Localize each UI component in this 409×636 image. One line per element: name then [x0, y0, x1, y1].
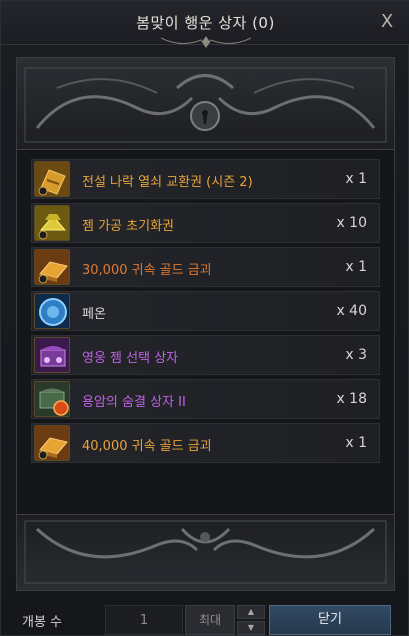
window-title: 봄맞이 행운 상자 (0) — [136, 14, 275, 32]
gold-bar-icon — [34, 249, 70, 285]
open-count-input[interactable] — [105, 605, 183, 635]
reward-row[interactable]: 페온 x 40 — [31, 291, 380, 331]
close-icon[interactable]: X — [376, 11, 398, 33]
reward-name: 30,000 귀속 골드 금괴 — [82, 263, 212, 278]
reward-row[interactable]: 용암의 숨결 상자 II x 18 — [31, 379, 380, 419]
pheon-icon — [34, 293, 70, 329]
gem-chest-icon — [34, 337, 70, 373]
reward-list: 전설 나락 열쇠 교환권 (시즌 2) x 1 젬 가공 초기화권 x 10 30,00… — [31, 159, 380, 467]
reward-row[interactable]: 30,000 귀속 골드 금괴 x 1 — [31, 247, 380, 287]
reward-row[interactable]: 영웅 젬 선택 상자 x 3 — [31, 335, 380, 375]
close-button[interactable]: 닫기 — [269, 605, 391, 635]
frame-bottom-ornament — [17, 514, 394, 590]
reward-quantity: x 1 — [345, 259, 367, 275]
decrement-icon[interactable]: ▼ — [237, 621, 265, 635]
lucky-box-window: 봄맞이 행운 상자 (0) X 전설 나락 열쇠 교환권 (시즌 2) x 1 … — [0, 0, 409, 636]
reward-quantity: x 10 — [336, 215, 367, 231]
open-count-label: 개봉 수 — [22, 615, 63, 630]
reward-name: 페온 — [82, 307, 106, 322]
reward-quantity: x 1 — [345, 435, 367, 451]
reward-quantity: x 18 — [336, 391, 367, 407]
reward-name: 용암의 숨결 상자 II — [82, 395, 186, 410]
frame-top-ornament — [17, 58, 394, 150]
reward-quantity: x 1 — [345, 171, 367, 187]
gold-bar-icon — [34, 425, 70, 461]
footer-bar: 개봉 수 최대 ▲ ▼ 닫기 — [1, 601, 409, 636]
increment-icon[interactable]: ▲ — [237, 605, 265, 619]
reward-quantity: x 3 — [345, 347, 367, 363]
reward-row[interactable]: 젬 가공 초기화권 x 10 — [31, 203, 380, 243]
max-button[interactable]: 최대 — [185, 605, 235, 635]
ornament-top-icon — [24, 67, 387, 143]
gem-reset-ticket-icon — [34, 205, 70, 241]
reward-name: 영웅 젬 선택 상자 — [82, 351, 179, 366]
title-bar: 봄맞이 행운 상자 (0) X — [1, 1, 409, 48]
reward-row[interactable]: 전설 나락 열쇠 교환권 (시즌 2) x 1 — [31, 159, 380, 199]
reward-name: 젬 가공 초기화권 — [82, 219, 174, 234]
reward-quantity: x 40 — [336, 303, 367, 319]
ornament-bottom-icon — [24, 520, 387, 584]
title-ornament-icon — [161, 36, 251, 48]
reward-name: 40,000 귀속 골드 금괴 — [82, 439, 212, 454]
lava-chest-icon — [34, 381, 70, 417]
ticket-icon — [34, 161, 70, 197]
reward-name: 전설 나락 열쇠 교환권 (시즌 2) — [82, 175, 253, 190]
count-stepper: ▲ ▼ — [237, 605, 265, 635]
reward-row[interactable]: 40,000 귀속 골드 금괴 x 1 — [31, 423, 380, 463]
